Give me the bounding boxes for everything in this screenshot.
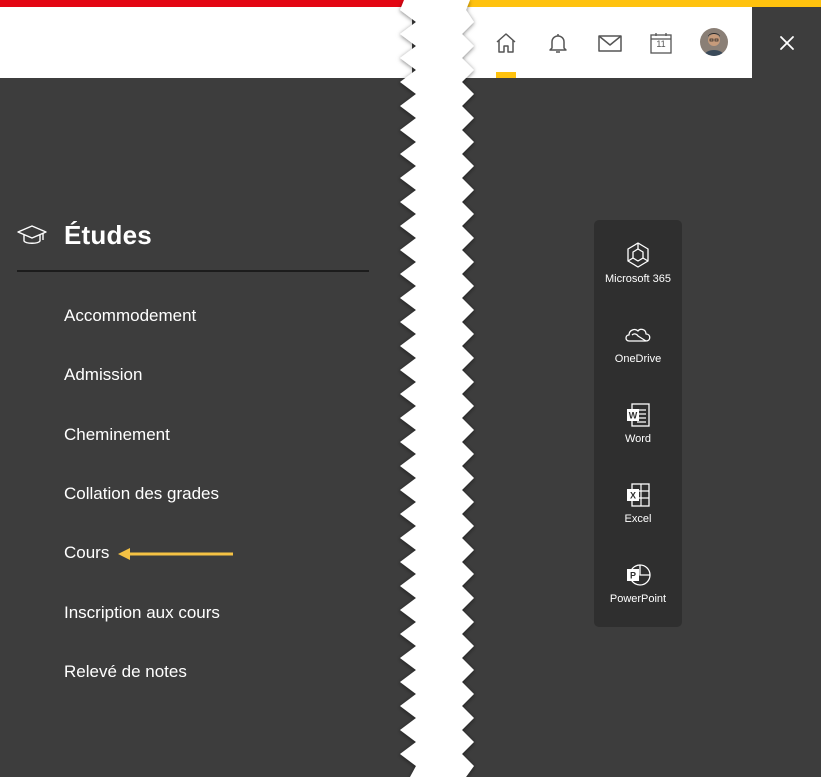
svg-text:X: X [630, 491, 636, 501]
app-word[interactable]: W Word [594, 400, 682, 470]
menu-item-releve-de-notes[interactable]: Relevé de notes [64, 662, 187, 682]
bell-icon[interactable] [542, 27, 574, 59]
excel-icon: X [627, 483, 650, 507]
onedrive-icon [625, 328, 651, 342]
svg-text:W: W [629, 411, 638, 421]
torn-page-divider [400, 0, 474, 777]
app-label: Excel [624, 513, 652, 525]
close-button[interactable] [769, 26, 805, 60]
app-microsoft-365[interactable]: Microsoft 365 [594, 240, 682, 310]
menu-item-inscription-aux-cours[interactable]: Inscription aux cours [64, 603, 220, 623]
app-excel[interactable]: X Excel [594, 480, 682, 550]
menu-item-admission[interactable]: Admission [64, 365, 142, 385]
menu-item-accommodement[interactable]: Accommodement [64, 306, 196, 326]
app-label: OneDrive [614, 353, 662, 365]
highlight-arrow-icon [118, 548, 233, 560]
app-powerpoint[interactable]: P PowerPoint [594, 560, 682, 630]
section-header: Études [17, 216, 369, 272]
apps-panel: Microsoft 365 OneDrive W Word X Excel P … [594, 220, 682, 627]
microsoft-365-icon [627, 242, 649, 268]
app-label: Microsoft 365 [604, 273, 672, 285]
home-icon[interactable] [490, 27, 522, 59]
section-title: Études [64, 220, 152, 250]
app-label: PowerPoint [609, 593, 667, 605]
home-active-indicator [496, 72, 516, 78]
calendar-day: 11 [656, 39, 666, 49]
app-onedrive[interactable]: OneDrive [594, 320, 682, 390]
menu-item-cheminement[interactable]: Cheminement [64, 425, 170, 445]
powerpoint-icon: P [627, 564, 651, 586]
svg-text:P: P [630, 571, 636, 581]
app-label: Word [624, 433, 652, 445]
close-icon [780, 36, 794, 50]
word-icon: W [627, 403, 650, 427]
mail-icon[interactable] [594, 27, 626, 59]
avatar[interactable] [700, 28, 728, 56]
menu-item-collation-des-grades[interactable]: Collation des grades [64, 484, 219, 504]
menu-item-cours[interactable]: Cours [64, 543, 109, 563]
calendar-icon[interactable]: 11 [645, 27, 677, 59]
graduation-cap-icon [17, 225, 47, 244]
